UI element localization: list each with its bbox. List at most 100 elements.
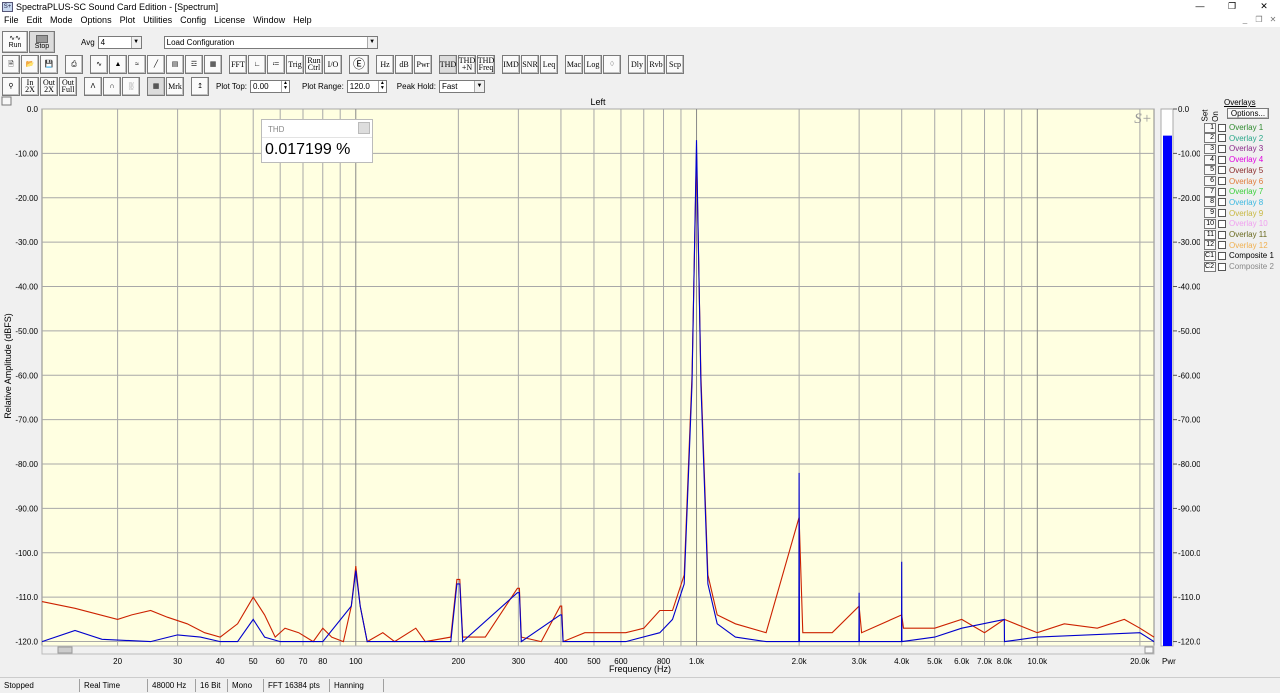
spectrum-button[interactable]: ▲ (109, 54, 127, 74)
time-series-button[interactable]: ∿ (90, 54, 108, 74)
save-file-button[interactable]: 💾 (40, 54, 58, 74)
imd-button[interactable]: IMD (502, 54, 520, 74)
overlay-set-button[interactable]: 2 (1204, 133, 1216, 144)
pwr-button[interactable]: Pwr (414, 54, 432, 74)
zoom-button[interactable]: ⚲ (2, 76, 20, 96)
zoom-out-full-button[interactable]: Out Full (59, 76, 77, 96)
waterfall-button[interactable]: ☲ (185, 54, 203, 74)
overlay-set-button[interactable]: 5 (1204, 165, 1216, 176)
menu-license[interactable]: License (210, 13, 249, 27)
snr-button[interactable]: SNR (521, 54, 539, 74)
overlay-set-button[interactable]: 6 (1204, 176, 1216, 186)
menu-window[interactable]: Window (249, 13, 289, 27)
overlay-set-button[interactable]: 3 (1204, 143, 1216, 154)
signal-gen-button[interactable]: ≔ (267, 54, 285, 74)
overlay-on-checkbox[interactable] (1218, 230, 1226, 239)
scrollbar-thumb[interactable] (57, 646, 73, 654)
overlay-set-button[interactable]: 11 (1204, 229, 1216, 240)
collapse-plot-icon[interactable] (1, 96, 12, 106)
thdn-button[interactable]: THD +N (458, 54, 476, 74)
rvb-button[interactable]: Rvb (647, 54, 665, 74)
overlay-set-button[interactable]: 12 (1204, 240, 1216, 251)
overlay-set-button[interactable]: C2 (1204, 261, 1216, 272)
menu-config[interactable]: Config (176, 13, 210, 27)
thd-window-close-icon[interactable] (358, 122, 370, 134)
alarm-button[interactable]: ♢ (603, 54, 621, 74)
new-file-button[interactable]: 🗎 (2, 54, 20, 74)
overlay-on-checkbox[interactable] (1218, 241, 1226, 250)
spectrogram-button[interactable]: ▤ (166, 54, 184, 74)
trig-button[interactable]: Trig (286, 54, 304, 74)
stop-button[interactable]: Stop (29, 31, 55, 53)
overlay-on-checkbox[interactable] (1218, 187, 1226, 196)
dly-button[interactable]: Dly (628, 54, 646, 74)
mrk-button[interactable]: Mrk (166, 76, 184, 96)
menu-edit[interactable]: Edit (23, 13, 47, 27)
overlay-set-button[interactable]: 9 (1204, 208, 1216, 219)
octave-button[interactable]: ∩ (103, 76, 121, 96)
mdi-close-button[interactable]: ✕ (1266, 13, 1280, 27)
overlay-on-checkbox[interactable] (1218, 155, 1226, 164)
horizontal-scrollbar[interactable] (41, 645, 1155, 655)
thd-readout-window[interactable]: THD 0.017199 % (261, 119, 373, 163)
thd-button[interactable]: THD (439, 54, 457, 74)
cursor-button[interactable]: ↥ (191, 76, 209, 96)
scale-button[interactable]: ∟ (248, 54, 266, 74)
menu-options[interactable]: Options (77, 13, 116, 27)
spectrum-plot[interactable]: Left 0.0 -10.00 -20.00 -30.00 -40.00 -50.00 -6… (0, 96, 1200, 676)
menu-utilities[interactable]: Utilities (139, 13, 176, 27)
overlay-on-checkbox[interactable] (1218, 144, 1226, 153)
maximize-button[interactable]: ❐ (1216, 0, 1248, 13)
overlay-on-checkbox[interactable] (1218, 262, 1226, 271)
mdi-restore-button[interactable]: ❐ (1252, 13, 1266, 27)
zoom-in-2x-button[interactable]: In 2X (21, 76, 39, 96)
zoom-out-2x-button[interactable]: Out 2X (40, 76, 58, 96)
overlay-on-checkbox[interactable] (1218, 123, 1226, 132)
overlay-on-checkbox[interactable] (1218, 177, 1226, 185)
transfer-button[interactable]: ╱ (147, 54, 165, 74)
menu-mode[interactable]: Mode (46, 13, 77, 27)
generator-button[interactable]: Ⓔ (349, 54, 369, 74)
print-button[interactable]: ⎙ (65, 54, 83, 74)
menu-file[interactable]: File (0, 13, 23, 27)
io-button[interactable]: I/O (324, 54, 342, 74)
fft-button[interactable]: FFT (229, 54, 247, 74)
menu-help[interactable]: Help (289, 13, 316, 27)
hz-button[interactable]: Hz (376, 54, 394, 74)
overlay-on-checkbox[interactable] (1218, 219, 1226, 228)
overlay-on-checkbox[interactable] (1218, 134, 1226, 143)
open-file-button[interactable]: 📂 (21, 54, 39, 74)
overlay-set-button[interactable]: 8 (1204, 197, 1216, 208)
overlay-on-checkbox[interactable] (1218, 166, 1226, 175)
minimize-button[interactable]: — (1184, 0, 1216, 13)
leq-button[interactable]: Leq (540, 54, 558, 74)
scrollbar-right-button[interactable] (1144, 646, 1154, 654)
run-ctrl-button[interactable]: Run Ctrl (305, 54, 323, 74)
plot-range-input[interactable]: 120.0 ▲ ▼ (346, 79, 387, 93)
table-view-button[interactable]: ▦ (147, 76, 165, 96)
log-button[interactable]: Log (584, 54, 602, 74)
config-select[interactable]: Load Configuration ▼ (163, 35, 378, 49)
mac-button[interactable]: Mac (565, 54, 583, 74)
overlay-set-button[interactable]: 4 (1204, 154, 1216, 165)
bar-view-button[interactable]: ░ (122, 76, 140, 96)
overlay-set-button[interactable]: 10 (1204, 218, 1216, 229)
peak-hold-select[interactable]: Fast ▼ (438, 79, 485, 93)
plot-top-input[interactable]: 0.00 ▲ ▼ (249, 79, 290, 93)
overlay-set-button[interactable]: C1 (1204, 250, 1216, 261)
overlay-on-checkbox[interactable] (1218, 198, 1226, 207)
close-button[interactable]: ✕ (1248, 0, 1280, 13)
menu-plot[interactable]: Plot (116, 13, 140, 27)
overlay-set-button[interactable]: 1 (1204, 122, 1216, 133)
avg-select[interactable]: 4 ▼ (97, 35, 142, 49)
mdi-minimize-button[interactable]: _ (1238, 13, 1252, 27)
overlay-set-button[interactable]: 7 (1204, 186, 1216, 197)
db-button[interactable]: dB (395, 54, 413, 74)
phase-button[interactable]: ≈ (128, 54, 146, 74)
overlay-options-button[interactable]: Options... (1227, 108, 1269, 119)
overlay-on-checkbox[interactable] (1218, 251, 1226, 260)
3d-surface-button[interactable]: ▦ (204, 54, 222, 74)
peak-view-button[interactable]: Λ (84, 76, 102, 96)
thd-freq-button[interactable]: THD Freq (477, 54, 495, 74)
overlay-on-checkbox[interactable] (1218, 209, 1226, 218)
